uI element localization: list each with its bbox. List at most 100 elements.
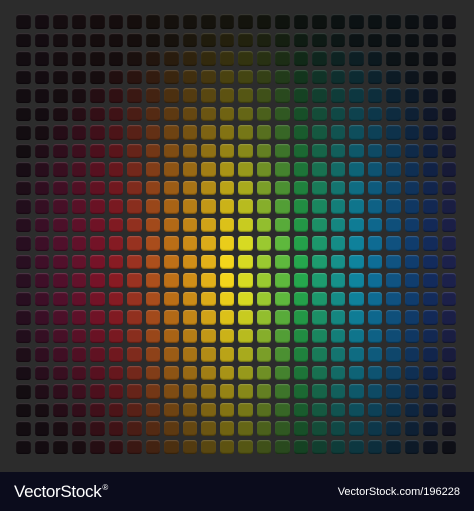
mosaic-tile	[201, 69, 216, 84]
mosaic-tile	[164, 328, 179, 343]
mosaic-tile	[441, 125, 456, 140]
mosaic-tile	[16, 125, 31, 140]
vectorstock-logo[interactable]: VectorStock®	[14, 482, 108, 502]
mosaic-tile	[145, 125, 160, 140]
mosaic-tile	[238, 199, 253, 214]
mosaic-tile	[145, 14, 160, 29]
mosaic-tile	[108, 143, 123, 158]
mosaic-tile	[201, 365, 216, 380]
mosaic-tile	[293, 365, 308, 380]
mosaic-tile	[108, 402, 123, 417]
mosaic-tile	[219, 421, 234, 436]
mosaic-tile	[275, 199, 290, 214]
mosaic-tile	[256, 439, 271, 454]
mosaic-tile	[404, 273, 419, 288]
mosaic-tile	[423, 291, 438, 306]
mosaic-tile	[256, 88, 271, 103]
mosaic-tile	[108, 162, 123, 177]
mosaic-tile	[312, 254, 327, 269]
mosaic-tile	[312, 162, 327, 177]
mosaic-tile	[127, 439, 142, 454]
mosaic-tile	[34, 439, 49, 454]
mosaic-tile	[404, 180, 419, 195]
mosaic-tile	[275, 310, 290, 325]
mosaic-tile	[367, 69, 382, 84]
mosaic-tile	[145, 69, 160, 84]
mosaic-tile	[71, 69, 86, 84]
mosaic-tile	[367, 180, 382, 195]
mosaic-tile	[16, 439, 31, 454]
mosaic-tile	[441, 180, 456, 195]
mosaic-tile	[441, 421, 456, 436]
mosaic-tile	[145, 421, 160, 436]
mosaic-tile	[386, 347, 401, 362]
mosaic-tile	[293, 162, 308, 177]
mosaic-tile	[423, 421, 438, 436]
mosaic-tile	[423, 402, 438, 417]
mosaic-tile	[90, 199, 105, 214]
mosaic-tile	[127, 69, 142, 84]
mosaic-tile	[108, 236, 123, 251]
mosaic-tile	[293, 51, 308, 66]
mosaic-tile	[108, 32, 123, 47]
mosaic-tile	[90, 254, 105, 269]
mosaic-tile	[90, 14, 105, 29]
mosaic-tile	[34, 217, 49, 232]
mosaic-tile	[330, 51, 345, 66]
mosaic-tile	[164, 273, 179, 288]
mosaic-tile	[238, 254, 253, 269]
mosaic-tile	[127, 254, 142, 269]
mosaic-tile	[34, 236, 49, 251]
mosaic-tile	[275, 143, 290, 158]
mosaic-tile	[182, 236, 197, 251]
mosaic-tile	[219, 384, 234, 399]
mosaic-tile	[164, 143, 179, 158]
mosaic-tile	[349, 254, 364, 269]
mosaic-tile	[145, 106, 160, 121]
mosaic-tile	[441, 217, 456, 232]
mosaic-tile	[441, 365, 456, 380]
mosaic-tile	[164, 384, 179, 399]
mosaic-tile	[423, 273, 438, 288]
mosaic-tile	[201, 51, 216, 66]
mosaic-tile	[108, 291, 123, 306]
mosaic-tile	[423, 32, 438, 47]
mosaic-tile	[127, 402, 142, 417]
mosaic-tile	[127, 328, 142, 343]
mosaic-tile	[293, 421, 308, 436]
mosaic-tile	[312, 125, 327, 140]
mosaic-tile	[90, 180, 105, 195]
mosaic-tile	[201, 328, 216, 343]
mosaic-tile	[16, 254, 31, 269]
mosaic-tile	[312, 32, 327, 47]
mosaic-tile	[275, 254, 290, 269]
mosaic-tile	[164, 421, 179, 436]
mosaic-tile	[293, 69, 308, 84]
mosaic-tile	[145, 236, 160, 251]
mosaic-tile	[182, 199, 197, 214]
mosaic-tile	[127, 384, 142, 399]
mosaic-tile	[164, 88, 179, 103]
mosaic-tile	[441, 51, 456, 66]
mosaic-tile	[182, 365, 197, 380]
mosaic-tile	[108, 347, 123, 362]
mosaic-tile	[330, 439, 345, 454]
mosaic-tile	[275, 365, 290, 380]
mosaic-tile	[238, 125, 253, 140]
mosaic-tile	[127, 51, 142, 66]
mosaic-tile	[182, 291, 197, 306]
mosaic-tile	[16, 236, 31, 251]
mosaic-tile	[275, 347, 290, 362]
mosaic-tile	[90, 365, 105, 380]
mosaic-tile	[256, 162, 271, 177]
mosaic-tile	[423, 162, 438, 177]
mosaic-tile	[16, 273, 31, 288]
mosaic-tile	[312, 402, 327, 417]
mosaic-tile	[293, 328, 308, 343]
mosaic-tile	[441, 310, 456, 325]
mosaic-tile	[238, 106, 253, 121]
mosaic-tile	[90, 69, 105, 84]
mosaic-tile	[219, 217, 234, 232]
mosaic-tile	[330, 217, 345, 232]
mosaic-tile	[293, 125, 308, 140]
